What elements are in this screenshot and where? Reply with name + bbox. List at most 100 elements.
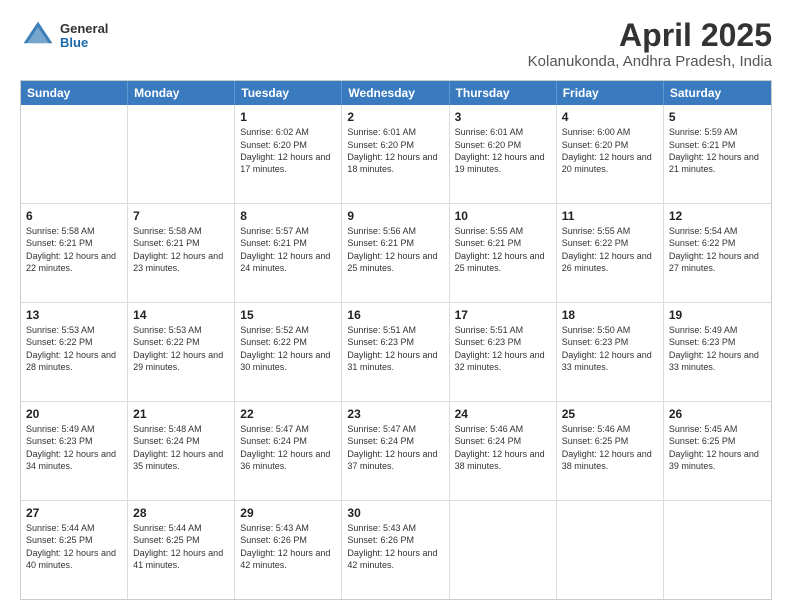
cal-cell-empty-4-4 — [450, 501, 557, 599]
cell-info: Sunrise: 6:01 AM Sunset: 6:20 PM Dayligh… — [455, 126, 551, 175]
calendar-title: April 2025 — [528, 18, 772, 53]
cell-info: Sunrise: 6:02 AM Sunset: 6:20 PM Dayligh… — [240, 126, 336, 175]
cal-cell-empty-0-0 — [21, 105, 128, 203]
page: General Blue April 2025 Kolanukonda, And… — [0, 0, 792, 612]
cal-cell-27: 27Sunrise: 5:44 AM Sunset: 6:25 PM Dayli… — [21, 501, 128, 599]
header: General Blue April 2025 Kolanukonda, And… — [20, 18, 772, 70]
cell-info: Sunrise: 6:01 AM Sunset: 6:20 PM Dayligh… — [347, 126, 443, 175]
day-number: 7 — [133, 208, 229, 224]
cell-info: Sunrise: 5:59 AM Sunset: 6:21 PM Dayligh… — [669, 126, 766, 175]
cell-info: Sunrise: 5:55 AM Sunset: 6:22 PM Dayligh… — [562, 225, 658, 274]
cal-cell-19: 19Sunrise: 5:49 AM Sunset: 6:23 PM Dayli… — [664, 303, 771, 401]
day-number: 15 — [240, 307, 336, 323]
day-number: 17 — [455, 307, 551, 323]
calendar: SundayMondayTuesdayWednesdayThursdayFrid… — [20, 80, 772, 600]
cal-cell-15: 15Sunrise: 5:52 AM Sunset: 6:22 PM Dayli… — [235, 303, 342, 401]
day-number: 8 — [240, 208, 336, 224]
cal-row-2: 13Sunrise: 5:53 AM Sunset: 6:22 PM Dayli… — [21, 303, 771, 402]
cell-info: Sunrise: 5:46 AM Sunset: 6:24 PM Dayligh… — [455, 423, 551, 472]
day-number: 2 — [347, 109, 443, 125]
cell-info: Sunrise: 5:47 AM Sunset: 6:24 PM Dayligh… — [240, 423, 336, 472]
calendar-header: SundayMondayTuesdayWednesdayThursdayFrid… — [21, 81, 771, 105]
day-number: 3 — [455, 109, 551, 125]
day-number: 6 — [26, 208, 122, 224]
cal-cell-1: 1Sunrise: 6:02 AM Sunset: 6:20 PM Daylig… — [235, 105, 342, 203]
day-number: 19 — [669, 307, 766, 323]
day-number: 23 — [347, 406, 443, 422]
logo-text: General Blue — [60, 22, 108, 51]
cal-cell-26: 26Sunrise: 5:45 AM Sunset: 6:25 PM Dayli… — [664, 402, 771, 500]
cell-info: Sunrise: 5:53 AM Sunset: 6:22 PM Dayligh… — [26, 324, 122, 373]
day-number: 28 — [133, 505, 229, 521]
day-number: 27 — [26, 505, 122, 521]
cal-cell-10: 10Sunrise: 5:55 AM Sunset: 6:21 PM Dayli… — [450, 204, 557, 302]
cal-cell-17: 17Sunrise: 5:51 AM Sunset: 6:23 PM Dayli… — [450, 303, 557, 401]
cell-info: Sunrise: 5:58 AM Sunset: 6:21 PM Dayligh… — [133, 225, 229, 274]
cal-cell-empty-0-1 — [128, 105, 235, 203]
cal-cell-11: 11Sunrise: 5:55 AM Sunset: 6:22 PM Dayli… — [557, 204, 664, 302]
cal-cell-28: 28Sunrise: 5:44 AM Sunset: 6:25 PM Dayli… — [128, 501, 235, 599]
logo-general: General — [60, 22, 108, 36]
day-header-tuesday: Tuesday — [235, 81, 342, 105]
day-number: 30 — [347, 505, 443, 521]
day-header-thursday: Thursday — [450, 81, 557, 105]
cal-cell-29: 29Sunrise: 5:43 AM Sunset: 6:26 PM Dayli… — [235, 501, 342, 599]
day-header-sunday: Sunday — [21, 81, 128, 105]
cell-info: Sunrise: 5:48 AM Sunset: 6:24 PM Dayligh… — [133, 423, 229, 472]
cal-cell-24: 24Sunrise: 5:46 AM Sunset: 6:24 PM Dayli… — [450, 402, 557, 500]
day-number: 20 — [26, 406, 122, 422]
day-number: 11 — [562, 208, 658, 224]
cell-info: Sunrise: 5:57 AM Sunset: 6:21 PM Dayligh… — [240, 225, 336, 274]
day-number: 18 — [562, 307, 658, 323]
day-header-monday: Monday — [128, 81, 235, 105]
cell-info: Sunrise: 5:55 AM Sunset: 6:21 PM Dayligh… — [455, 225, 551, 274]
calendar-body: 1Sunrise: 6:02 AM Sunset: 6:20 PM Daylig… — [21, 105, 771, 599]
cal-cell-14: 14Sunrise: 5:53 AM Sunset: 6:22 PM Dayli… — [128, 303, 235, 401]
day-header-wednesday: Wednesday — [342, 81, 449, 105]
day-number: 22 — [240, 406, 336, 422]
cal-cell-13: 13Sunrise: 5:53 AM Sunset: 6:22 PM Dayli… — [21, 303, 128, 401]
cal-cell-empty-4-6 — [664, 501, 771, 599]
cal-cell-empty-4-5 — [557, 501, 664, 599]
cal-cell-20: 20Sunrise: 5:49 AM Sunset: 6:23 PM Dayli… — [21, 402, 128, 500]
cell-info: Sunrise: 5:44 AM Sunset: 6:25 PM Dayligh… — [133, 522, 229, 571]
day-number: 16 — [347, 307, 443, 323]
cell-info: Sunrise: 5:56 AM Sunset: 6:21 PM Dayligh… — [347, 225, 443, 274]
cal-cell-16: 16Sunrise: 5:51 AM Sunset: 6:23 PM Dayli… — [342, 303, 449, 401]
day-number: 12 — [669, 208, 766, 224]
day-number: 24 — [455, 406, 551, 422]
cal-cell-6: 6Sunrise: 5:58 AM Sunset: 6:21 PM Daylig… — [21, 204, 128, 302]
cal-cell-30: 30Sunrise: 5:43 AM Sunset: 6:26 PM Dayli… — [342, 501, 449, 599]
day-number: 26 — [669, 406, 766, 422]
cal-cell-4: 4Sunrise: 6:00 AM Sunset: 6:20 PM Daylig… — [557, 105, 664, 203]
day-header-saturday: Saturday — [664, 81, 771, 105]
calendar-subtitle: Kolanukonda, Andhra Pradesh, India — [528, 53, 772, 70]
cell-info: Sunrise: 5:49 AM Sunset: 6:23 PM Dayligh… — [26, 423, 122, 472]
cell-info: Sunrise: 5:50 AM Sunset: 6:23 PM Dayligh… — [562, 324, 658, 373]
cell-info: Sunrise: 5:49 AM Sunset: 6:23 PM Dayligh… — [669, 324, 766, 373]
cal-cell-8: 8Sunrise: 5:57 AM Sunset: 6:21 PM Daylig… — [235, 204, 342, 302]
day-number: 10 — [455, 208, 551, 224]
cal-cell-7: 7Sunrise: 5:58 AM Sunset: 6:21 PM Daylig… — [128, 204, 235, 302]
cal-row-1: 6 Sunrise: 5:58 AM Sunset: 6:21 PM Daylig… — [21, 204, 771, 303]
logo-blue: Blue — [60, 36, 108, 50]
day-header-friday: Friday — [557, 81, 664, 105]
cell-info: Sunrise: 5:43 AM Sunset: 6:26 PM Dayligh… — [240, 522, 336, 571]
cal-cell-12: 12Sunrise: 5:54 AM Sunset: 6:22 PM Dayli… — [664, 204, 771, 302]
day-number: 29 — [240, 505, 336, 521]
day-number: 9 — [347, 208, 443, 224]
cell-info: Sunrise: 5:54 AM Sunset: 6:22 PM Dayligh… — [669, 225, 766, 274]
cell-info: Sunrise: 5:45 AM Sunset: 6:25 PM Dayligh… — [669, 423, 766, 472]
cal-row-4: 27 Sunrise: 5:44 AM Sunset: 6:25 PM Dayli… — [21, 501, 771, 599]
day-number: 13 — [26, 307, 122, 323]
cal-cell-9: 9Sunrise: 5:56 AM Sunset: 6:21 PM Daylig… — [342, 204, 449, 302]
cell-info: Sunrise: 5:53 AM Sunset: 6:22 PM Dayligh… — [133, 324, 229, 373]
cal-cell-21: 21Sunrise: 5:48 AM Sunset: 6:24 PM Dayli… — [128, 402, 235, 500]
cell-info: Sunrise: 5:51 AM Sunset: 6:23 PM Dayligh… — [347, 324, 443, 373]
cal-cell-22: 22Sunrise: 5:47 AM Sunset: 6:24 PM Dayli… — [235, 402, 342, 500]
cal-cell-3: 3Sunrise: 6:01 AM Sunset: 6:20 PM Daylig… — [450, 105, 557, 203]
cell-info: Sunrise: 6:00 AM Sunset: 6:20 PM Dayligh… — [562, 126, 658, 175]
cal-cell-23: 23Sunrise: 5:47 AM Sunset: 6:24 PM Dayli… — [342, 402, 449, 500]
cal-row-3: 20Sunrise: 5:49 AM Sunset: 6:23 PM Dayli… — [21, 402, 771, 501]
day-number: 4 — [562, 109, 658, 125]
